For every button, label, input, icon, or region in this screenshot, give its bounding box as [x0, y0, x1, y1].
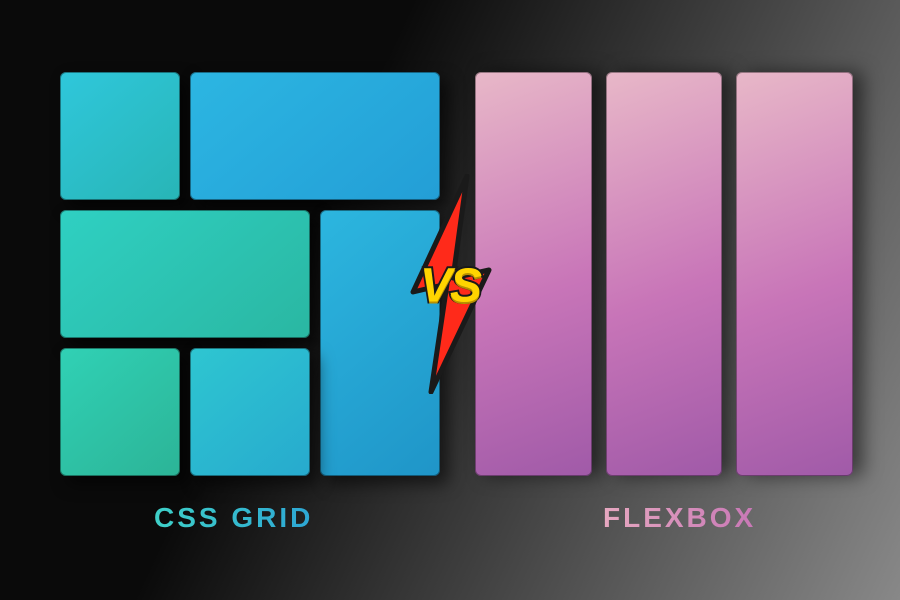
grid-tile [320, 210, 440, 476]
grid-tile [190, 348, 310, 476]
grid-tile [60, 210, 310, 338]
grid-tile [60, 72, 180, 200]
flexbox-demo-panel [475, 72, 853, 476]
flex-container [475, 72, 853, 476]
flex-tile [606, 72, 723, 476]
grid-container [60, 72, 440, 476]
css-grid-label: CSS GRID [154, 502, 313, 534]
grid-tile [190, 72, 440, 200]
flexbox-label: FLEXBOX [603, 502, 756, 534]
flex-tile [736, 72, 853, 476]
flex-tile [475, 72, 592, 476]
css-grid-demo-panel [60, 72, 440, 476]
grid-tile [60, 348, 180, 476]
